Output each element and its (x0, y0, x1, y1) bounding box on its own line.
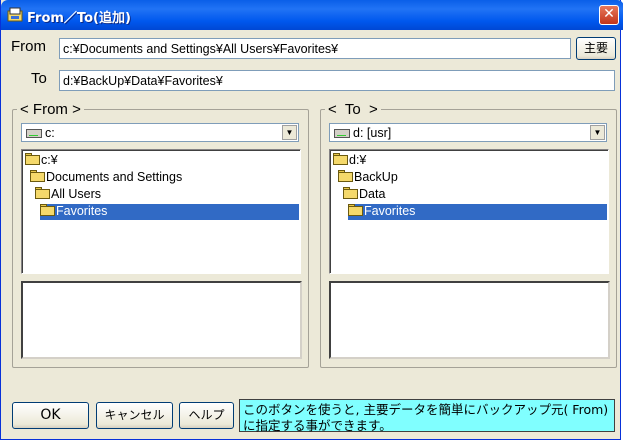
folder-icon (333, 153, 348, 165)
to-folder-tree[interactable]: d:¥ BackUp Data Favorites (329, 149, 609, 274)
to-label: To (31, 70, 47, 87)
from-drive-select[interactable]: c: ▼ (21, 123, 299, 142)
folder-icon (30, 170, 45, 182)
folder-icon (343, 187, 358, 199)
folder-icon (25, 153, 40, 165)
folder-icon (35, 187, 50, 199)
chevron-down-icon[interactable]: ▼ (590, 125, 605, 140)
title-bar[interactable]: From／To(追加) ✕ (1, 0, 623, 30)
main-data-button[interactable]: 主要 (576, 37, 616, 60)
drive-icon (26, 129, 42, 138)
from-path-field[interactable]: c:¥Documents and Settings¥All Users¥Favo… (59, 38, 571, 59)
window-title: From／To(追加) (27, 11, 131, 26)
from-drive-value: c: (45, 126, 55, 140)
to-group-title: < To > (325, 101, 381, 118)
to-path-field[interactable]: d:¥BackUp¥Data¥Favorites¥ (59, 70, 615, 91)
folder-icon (348, 204, 363, 216)
chevron-down-icon[interactable]: ▼ (282, 125, 297, 140)
app-icon (7, 7, 23, 22)
tree-item[interactable]: All Users (35, 187, 101, 203)
from-group-title: < From > (17, 101, 84, 118)
tree-item[interactable]: d:¥ (333, 153, 366, 169)
folder-icon (40, 204, 55, 216)
tree-item[interactable]: BackUp (338, 170, 398, 186)
close-button[interactable]: ✕ (599, 5, 619, 25)
help-button[interactable]: ヘルプ (179, 402, 234, 429)
close-icon: ✕ (603, 6, 615, 22)
ok-button[interactable]: OK (12, 402, 89, 429)
cancel-button[interactable]: キャンセル (96, 402, 173, 429)
to-info-box (329, 281, 610, 359)
to-drive-select[interactable]: d: [usr] ▼ (329, 123, 607, 142)
tree-item-selected[interactable]: Favorites (348, 204, 607, 220)
help-tooltip: このボタンを使うと, 主要データを簡単にバックアップ元( From)に指定する事… (239, 399, 615, 433)
tree-item-selected[interactable]: Favorites (40, 204, 299, 220)
tree-item[interactable]: c:¥ (25, 153, 58, 169)
tree-item[interactable]: Data (343, 187, 385, 203)
drive-icon (334, 129, 350, 138)
to-drive-value: d: [usr] (353, 126, 392, 140)
from-label: From (11, 38, 46, 55)
folder-icon (338, 170, 353, 182)
from-folder-tree[interactable]: c:¥ Documents and Settings All Users Fav… (21, 149, 301, 274)
from-info-box (21, 281, 302, 359)
dialog-window: From／To(追加) ✕ From c:¥Documents and Sett… (0, 0, 623, 440)
tree-item[interactable]: Documents and Settings (30, 170, 182, 186)
